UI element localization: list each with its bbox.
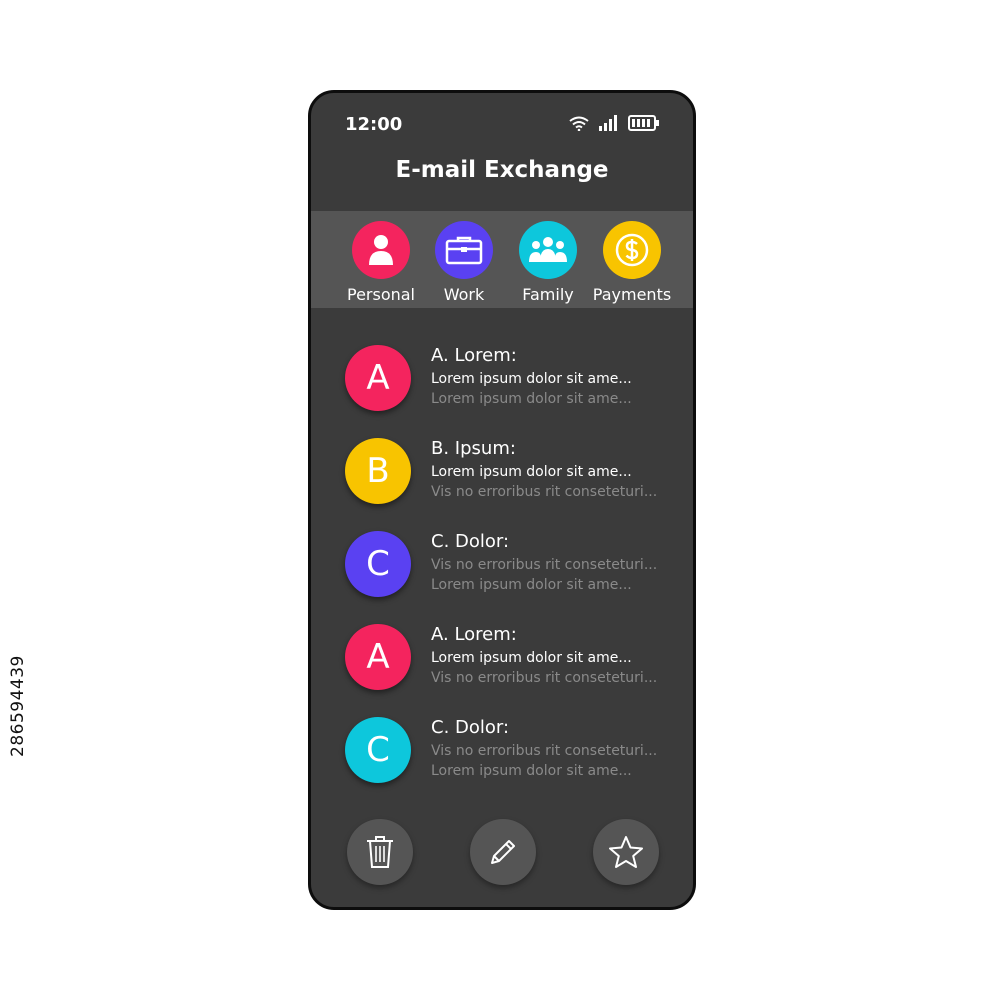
email-item[interactable]: C C. Dolor: Vis no erroribus rit consete… [345,717,665,789]
person-icon [369,235,393,265]
star-icon [609,836,643,868]
category-payments[interactable]: Payments [590,221,674,304]
email-preview-line: Lorem ipsum dolor sit ame... [431,763,632,779]
email-item[interactable]: A A. Lorem: Lorem ipsum dolor sit ame...… [345,345,665,417]
status-time: 12:00 [345,114,403,135]
email-sender: A. Lorem: [431,624,517,645]
email-preview-line: Lorem ipsum dolor sit ame... [431,371,632,387]
compose-button[interactable] [470,819,536,885]
email-preview-line: Lorem ipsum dolor sit ame... [431,577,632,593]
favorite-button[interactable] [593,819,659,885]
group-icon [529,237,567,262]
email-sender: A. Lorem: [431,345,517,366]
category-bar: Personal Work Family Payments [311,211,693,308]
category-personal-circle [352,221,410,279]
email-preview-line: Lorem ipsum dolor sit ame... [431,391,632,407]
email-item[interactable]: A A. Lorem: Lorem ipsum dolor sit ame...… [345,624,665,696]
category-payments-circle [603,221,661,279]
stock-image-id-text: 286594439 [8,655,28,757]
status-icons [568,113,660,133]
email-sender: C. Dolor: [431,717,510,738]
email-preview-line: Vis no erroribus rit conseteturi... [431,484,658,500]
category-label: Personal [346,285,415,304]
sender-avatar: B [345,438,411,504]
sender-avatar: C [345,531,411,597]
trash-icon [367,836,393,868]
email-preview-line: Vis no erroribus rit conseteturi... [431,743,658,759]
app-title: E-mail Exchange [395,157,609,183]
category-work-circle [435,221,493,279]
wifi-icon [569,116,589,131]
battery-icon [628,115,659,131]
sender-avatar: C [345,717,411,783]
category-label: Work [443,285,485,304]
email-item[interactable]: C C. Dolor: Vis no erroribus rit consete… [345,531,665,603]
email-preview-line: Lorem ipsum dolor sit ame... [431,650,632,666]
category-family-circle [519,221,577,279]
category-label: Family [522,285,574,304]
sender-avatar: A [345,624,411,690]
pencil-icon [491,840,515,864]
category-family[interactable]: Family [506,221,590,304]
category-work[interactable]: Work [422,221,506,304]
delete-button[interactable] [347,819,413,885]
email-sender: C. Dolor: [431,531,510,552]
category-label: Payments [592,285,672,304]
signal-icon [599,115,617,131]
email-item[interactable]: B B. Ipsum: Lorem ipsum dolor sit ame...… [345,438,665,510]
briefcase-icon [445,236,483,265]
email-sender: B. Ipsum: [431,438,516,459]
sender-avatar: A [345,345,411,411]
email-preview-line: Lorem ipsum dolor sit ame... [431,464,632,480]
email-preview-line: Vis no erroribus rit conseteturi... [431,670,658,686]
category-personal[interactable]: Personal [339,221,423,304]
dollar-coin-icon [615,233,649,267]
email-preview-line: Vis no erroribus rit conseteturi... [431,557,658,573]
phone-screen: 12:00 E-mail Exchange Personal Work Fami… [308,90,696,910]
